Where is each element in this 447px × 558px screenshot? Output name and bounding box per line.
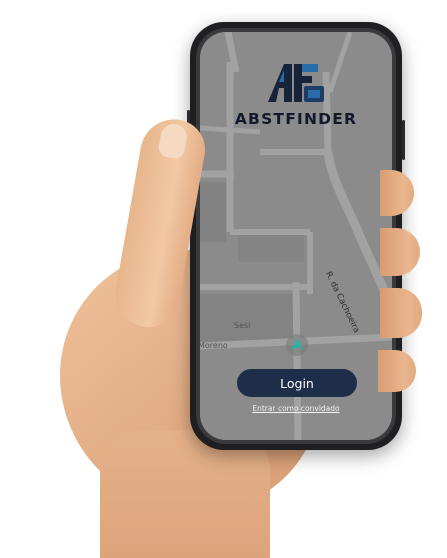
- guest-login-link[interactable]: Entrar como convidado: [200, 404, 392, 413]
- abstfinder-logo-icon: [268, 64, 324, 102]
- phone-power-button: [402, 120, 405, 160]
- hand-finger: [378, 350, 416, 392]
- map-poi-label: Moreno: [200, 341, 228, 350]
- location-marker-icon: [286, 334, 308, 356]
- hand-finger: [380, 228, 420, 276]
- brand-name: ABSTFINDER: [234, 110, 358, 128]
- map-poi-label: Sesi: [234, 321, 251, 330]
- hand-finger: [380, 170, 414, 216]
- login-button[interactable]: Login: [237, 369, 357, 397]
- phone-screen: ABSTFINDER R. da Cachoeira Sesi Moreno L…: [200, 32, 392, 440]
- device-photo: ABSTFINDER R. da Cachoeira Sesi Moreno L…: [0, 0, 447, 558]
- hand-finger: [380, 288, 422, 338]
